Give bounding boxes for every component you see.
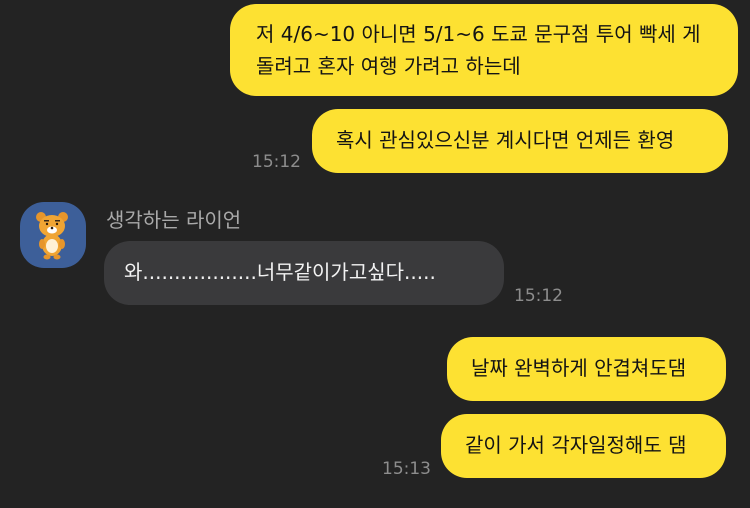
their-message-bubble[interactable]: 와..................너무같이가고싶다.....	[104, 241, 504, 305]
chat-room: 저 4/6~10 아니면 5/1~6 도쿄 문구점 투어 빡세 게 돌려고 혼자…	[0, 0, 750, 508]
message-text: 같이 가서 각자일정해도 댐	[465, 433, 687, 457]
message-time: 15:12	[514, 286, 563, 306]
my-message-bubble[interactable]: 같이 가서 각자일정해도 댐	[441, 414, 726, 478]
sender-avatar[interactable]	[20, 202, 86, 268]
message-time: 15:12	[252, 152, 301, 172]
my-message-bubble[interactable]: 저 4/6~10 아니면 5/1~6 도쿄 문구점 투어 빡세 게 돌려고 혼자…	[230, 4, 738, 96]
my-message-bubble[interactable]: 혹시 관심있으신분 계시다면 언제든 환영	[312, 109, 728, 173]
ryan-character-icon	[36, 212, 68, 260]
message-time: 15:13	[382, 459, 431, 479]
message-text: 와..................너무같이가고싶다.....	[124, 260, 436, 284]
message-text: 날짜 완벽하게 안겹쳐도댐	[471, 356, 687, 380]
sender-name[interactable]: 생각하는 라이언	[106, 204, 241, 233]
message-text: 저 4/6~10 아니면 5/1~6 도쿄 문구점 투어 빡세 게 돌려고 혼자…	[256, 22, 701, 78]
my-message-bubble[interactable]: 날짜 완벽하게 안겹쳐도댐	[447, 337, 726, 401]
message-text: 혹시 관심있으신분 계시다면 언제든 환영	[336, 128, 675, 152]
